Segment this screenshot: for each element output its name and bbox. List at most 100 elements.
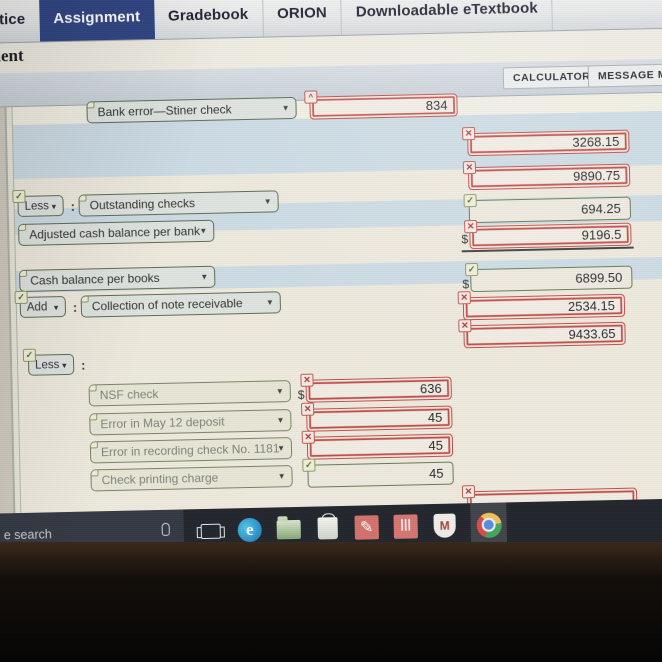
row-less-deductions-operator[interactable]: ✓ Less ▼ (22, 348, 75, 376)
chevron-down-icon: ▼ (265, 297, 274, 308)
input-amount-9890[interactable]: ✕ 9890.75 (462, 160, 631, 191)
microsoft-store-icon[interactable] (314, 515, 341, 542)
input-subtotal-9433[interactable]: ✕ 9433.65 (458, 319, 626, 349)
select-check-printing-charge-value: Check printing charge (101, 470, 219, 488)
select-nsf-check[interactable]: ✓ NSF check ▼ (88, 380, 291, 407)
row-cash-balance-books-label[interactable]: ✓ Cash balance per books ▼ (19, 265, 216, 292)
input-adjusted-cash-balance-bank[interactable]: ✕ 9196.5 (464, 219, 632, 250)
chevron-down-icon: ▼ (277, 471, 286, 481)
chevron-down-icon: ▼ (60, 360, 69, 371)
chrome-glyph (475, 512, 502, 538)
input-check-printing-charge[interactable]: ✓ 45 (302, 458, 454, 488)
message-my-instructor-label: MESSAGE MY IN (597, 68, 662, 83)
select-outstanding-checks[interactable]: ✓ Outstanding checks ▼ (78, 190, 279, 217)
row-collection-note-label[interactable]: ✓ Collection of note receivable ▼ (80, 291, 282, 318)
app-red-1-icon[interactable]: ✎ (353, 514, 380, 541)
task-view-icon[interactable] (197, 518, 224, 545)
select-collection-of-note-receivable[interactable]: ✓ Collection of note receivable ▼ (80, 291, 282, 318)
calculator-button[interactable]: CALCULATOR (502, 65, 601, 90)
chevron-down-icon: ▼ (276, 415, 285, 425)
tab-gradebook[interactable]: Gradebook (153, 0, 264, 39)
incorrect-cross-icon: ✕ (457, 291, 471, 305)
row-error-may12-amount[interactable]: ✕ 45 (300, 402, 453, 432)
windows-search-box[interactable]: e search (0, 509, 185, 558)
task-view-glyph (200, 523, 221, 539)
tab-orion[interactable]: ORION (262, 0, 343, 37)
select-adjusted-cash-balance-bank[interactable]: ✓ Adjusted cash balance per bank ▼ (18, 219, 215, 246)
row-nsf-check-amount[interactable]: ✕ 636 (300, 373, 452, 403)
row-amount-9890[interactable]: ✕ 9890.75 (462, 160, 631, 191)
input-outstanding-checks-amount[interactable]: ✓ 694.25 (463, 193, 632, 224)
select-cash-balance-per-books-value: Cash balance per books (30, 270, 160, 288)
correct-check-icon: ✓ (464, 262, 479, 277)
input-error-recording-check-1181[interactable]: ✕ 45 (301, 430, 454, 460)
row-bank-error-stiner-amount[interactable]: ^ 834 (304, 90, 458, 120)
windows-search-text: e search (3, 527, 52, 543)
input-cash-balance-per-books[interactable]: ✓ 6899.50 (464, 262, 633, 293)
input-amount-9890-value: 9890.75 (572, 167, 621, 184)
select-bank-error-stiner[interactable]: ✓ Bank error—Stiner check ▼ (86, 96, 297, 124)
row-adjusted-cash-bank-amount[interactable]: ✕ 9196.5 (464, 219, 632, 250)
select-outstanding-checks-value: Outstanding checks (89, 196, 196, 213)
row-outstanding-checks-label[interactable]: ✓ Outstanding checks ▼ (78, 190, 279, 217)
row-collection-note-amount[interactable]: ✕ 2534.15 (457, 291, 626, 321)
tab-gradebook-label: Gradebook (167, 5, 249, 25)
app-red-1-glyph: ✎ (354, 515, 379, 540)
input-error-recording-check-1181-value: 45 (428, 437, 444, 454)
select-cash-balance-per-books[interactable]: ✓ Cash balance per books ▼ (19, 265, 216, 292)
row-check-printing-label[interactable]: ✓ Check printing charge ▼ (90, 465, 293, 492)
row-subtotal-9433[interactable]: ✕ 9433.65 (458, 319, 626, 349)
select-operator-less-1[interactable]: ✓ Less ▼ (12, 189, 64, 217)
file-explorer-icon[interactable] (275, 516, 302, 543)
row-adjusted-cash-bank-label[interactable]: ✓ Adjusted cash balance per bank ▼ (18, 219, 215, 246)
cortana-mic-icon[interactable] (161, 522, 170, 536)
row-error-may12-label[interactable]: ✓ Error in May 12 deposit ▼ (89, 409, 292, 436)
select-operator-add[interactable]: ✓ Add ▼ (14, 290, 67, 318)
incorrect-cross-icon: ✕ (462, 126, 476, 141)
assignment-content: ✓ Bank error—Stiner check ▼ ^ 834 ✕ 3268… (4, 90, 662, 528)
scroll-up-badge-icon: ^ (304, 90, 318, 104)
select-check-printing-charge[interactable]: ✓ Check printing charge ▼ (90, 465, 293, 492)
row-collection-operator[interactable]: ✓ Add ▼ (14, 290, 67, 318)
input-bank-error-stiner-value: 834 (425, 97, 448, 114)
tab-practice-label: ctice (0, 10, 26, 29)
select-collection-of-note-receivable-value: Collection of note receivable (91, 296, 243, 314)
chrome-icon[interactable] (470, 502, 508, 548)
page-title: nment (0, 45, 24, 66)
correct-check-icon: ✓ (22, 348, 37, 362)
input-error-may-12-deposit[interactable]: ✕ 45 (300, 402, 453, 432)
mcafee-shield-icon[interactable]: M (431, 512, 458, 539)
row-error-check1181-label[interactable]: ✓ Error in recording check No. 1181 ▼ (89, 437, 293, 464)
edge-icon[interactable]: e (236, 517, 263, 544)
tab-assignment[interactable]: Assignment (38, 0, 155, 42)
shield-glyph: M (433, 513, 456, 538)
select-error-recording-check-1181[interactable]: ✓ Error in recording check No. 1181 ▼ (89, 437, 293, 464)
message-my-instructor-button[interactable]: MESSAGE MY IN (587, 63, 662, 88)
tab-practice[interactable]: ctice (0, 0, 40, 43)
dollar-sign-nsf: $ (297, 387, 305, 402)
select-operator-add-value: Add (26, 300, 48, 314)
input-collection-of-note-receivable[interactable]: ✕ 2534.15 (457, 291, 626, 321)
input-amount-3268[interactable]: ✕ 3268.15 (462, 126, 630, 157)
laptop-screen-photo: ctice Assignment Gradebook ORION Downloa… (0, 0, 662, 662)
select-error-may-12-deposit[interactable]: ✓ Error in May 12 deposit ▼ (89, 409, 292, 436)
input-subtotal-9433-value: 9433.65 (568, 325, 616, 343)
select-operator-less-2[interactable]: ✓ Less ▼ (22, 348, 75, 376)
incorrect-cross-icon: ✕ (461, 485, 476, 499)
input-bank-error-stiner-amount[interactable]: ^ 834 (304, 90, 458, 120)
row-bank-error-stiner-label[interactable]: ✓ Bank error—Stiner check ▼ (86, 96, 297, 124)
row-nsf-check-label[interactable]: ✓ NSF check ▼ (88, 380, 291, 407)
operator-colon-3: : (80, 357, 86, 373)
input-collection-of-note-receivable-value: 2534.15 (567, 297, 616, 315)
input-nsf-check-amount[interactable]: ✕ 636 (300, 373, 452, 403)
tab-downloadable-etextbook[interactable]: Downloadable eTextbook (341, 0, 554, 35)
row-error-check1181-amount[interactable]: ✕ 45 (301, 430, 454, 460)
app-red-2-icon[interactable]: lll (392, 513, 419, 540)
row-outstanding-operator[interactable]: ✓ Less ▼ (12, 189, 64, 217)
row-outstanding-checks-amount[interactable]: ✓ 694.25 (463, 193, 632, 224)
select-error-recording-check-1181-value: Error in recording check No. 1181 (100, 441, 280, 460)
row-check-printing-amount[interactable]: ✓ 45 (302, 458, 454, 488)
operator-colon-1: : (70, 198, 76, 214)
row-amount-3268[interactable]: ✕ 3268.15 (462, 126, 630, 157)
row-cash-balance-books-amount[interactable]: ✓ 6899.50 (464, 262, 633, 293)
